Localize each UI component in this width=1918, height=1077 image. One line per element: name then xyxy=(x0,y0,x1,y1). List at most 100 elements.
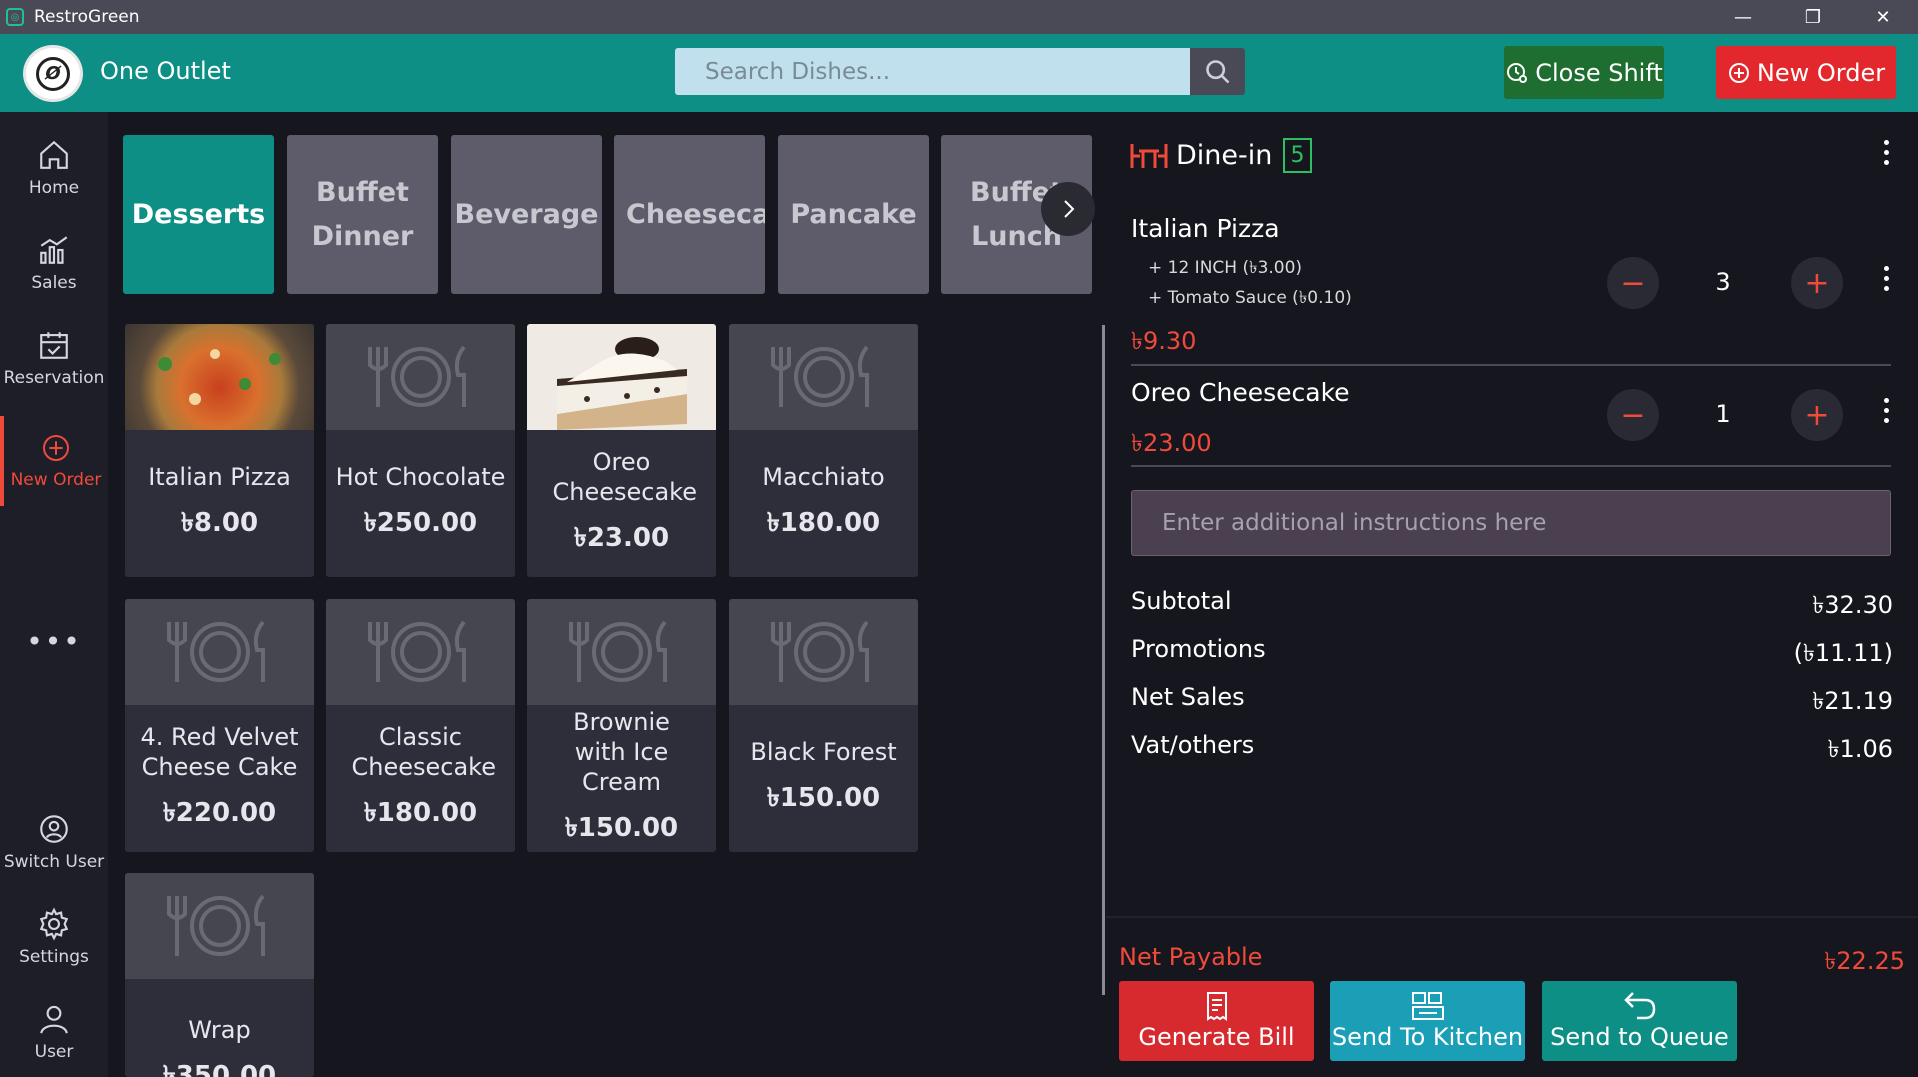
send-to-queue-label: Send to Queue xyxy=(1550,1023,1729,1051)
vat-label: Vat/others xyxy=(1131,731,1255,759)
close-shift-label: Close Shift xyxy=(1535,58,1663,87)
plate-cutlery-icon xyxy=(166,620,265,682)
dish-image xyxy=(125,873,314,979)
order-item-name: Oreo Cheesecake xyxy=(1131,378,1350,407)
dish-image xyxy=(125,324,314,430)
home-icon xyxy=(40,140,68,169)
plate-cutlery-icon xyxy=(568,620,667,682)
undo-arrow-icon xyxy=(1623,992,1655,1020)
dish-price: ৳150.00 xyxy=(564,813,679,843)
subtotal-label: Subtotal xyxy=(1131,587,1232,615)
plate-cutlery-icon xyxy=(770,345,869,407)
order-type[interactable]: Dine-in xyxy=(1130,140,1272,171)
sidebar-item-label: Sales xyxy=(31,273,77,293)
divider xyxy=(1131,465,1891,467)
dish-card-black-forest[interactable]: Black Forest ৳150.00 xyxy=(729,599,918,852)
app-logo-icon: ◎ xyxy=(6,8,24,26)
switch-user-icon xyxy=(40,815,68,843)
minimize-icon[interactable]: — xyxy=(1708,0,1778,34)
sidebar-item-settings[interactable]: Settings xyxy=(0,907,108,967)
item-quantity: 1 xyxy=(1715,400,1731,428)
dish-price: ৳8.00 xyxy=(180,508,259,538)
search-button[interactable] xyxy=(1190,48,1245,95)
calendar-icon xyxy=(40,332,68,359)
vat-value: ৳1.06 xyxy=(1827,735,1893,763)
increase-quantity-button[interactable]: + xyxy=(1791,257,1843,309)
sidebar-item-label: Settings xyxy=(19,947,89,967)
instructions-input[interactable] xyxy=(1131,490,1891,556)
sidebar-item-switch-user[interactable]: Switch User xyxy=(0,812,108,872)
pizza-photo xyxy=(158,349,281,405)
plate-cutlery-icon xyxy=(166,894,265,956)
dish-image xyxy=(729,324,918,430)
category-next-button[interactable] xyxy=(1041,182,1095,236)
send-to-kitchen-label: Send To Kitchen xyxy=(1331,1023,1524,1051)
item-menu-icon[interactable] xyxy=(1876,398,1896,423)
dish-card-red-velvet-cheese-cake[interactable]: 4. Red Velvet Cheese Cake ৳220.00 xyxy=(125,599,314,852)
category-tab-cheesecake[interactable]: Cheesecak xyxy=(614,135,765,294)
generate-bill-label: Generate Bill xyxy=(1138,1023,1295,1051)
chevron-right-icon xyxy=(1064,200,1075,218)
dish-image xyxy=(326,599,515,705)
dish-card-classic-cheesecake[interactable]: Classic Cheesecake ৳180.00 xyxy=(326,599,515,852)
dish-image xyxy=(326,324,515,430)
send-to-kitchen-button[interactable]: Send To Kitchen xyxy=(1330,981,1525,1061)
dish-price: ৳250.00 xyxy=(363,508,478,538)
item-menu-icon[interactable] xyxy=(1876,266,1896,291)
dish-name: Oreo Cheesecake xyxy=(552,448,697,506)
restore-icon[interactable]: ❐ xyxy=(1778,0,1848,34)
dish-card-macchiato[interactable]: Macchiato ৳180.00 xyxy=(729,324,918,577)
dish-image xyxy=(729,599,918,705)
dish-name: Hot Chocolate xyxy=(335,463,506,491)
title-bar: ◎ RestroGreen — ❐ ✕ xyxy=(0,0,1918,34)
promotions-value: (৳11.11) xyxy=(1793,639,1893,667)
dish-card-italian-pizza[interactable]: Italian Pizza ৳8.00 xyxy=(125,324,314,577)
category-tab-pancake[interactable]: Pancake xyxy=(778,135,929,294)
receipt-icon xyxy=(1206,992,1227,1021)
category-tab-buffet-dinner[interactable]: Buffet Dinner xyxy=(287,135,438,294)
generate-bill-button[interactable]: Generate Bill xyxy=(1119,981,1314,1061)
order-menu-icon[interactable] xyxy=(1876,140,1896,165)
search-icon xyxy=(1205,59,1229,83)
sidebar-item-reservation[interactable]: Reservation xyxy=(0,328,108,388)
restaurant-logo: Ø xyxy=(23,45,83,102)
more-options-icon[interactable]: ••• xyxy=(0,625,108,658)
net-sales-value: ৳21.19 xyxy=(1812,687,1893,715)
dish-price: ৳23.00 xyxy=(573,523,670,553)
sidebar-item-label: Reservation xyxy=(3,368,105,388)
net-payable-value: ৳22.25 xyxy=(1824,947,1905,975)
dish-price: ৳180.00 xyxy=(363,798,478,828)
close-shift-button[interactable]: Close Shift xyxy=(1504,46,1664,99)
send-to-queue-button[interactable]: Send to Queue xyxy=(1542,981,1737,1061)
category-tab-beverage[interactable]: Beverage xyxy=(451,135,602,294)
dish-name: Macchiato xyxy=(762,463,885,491)
sidebar-item-new-order[interactable]: New Order xyxy=(0,416,108,506)
sidebar-item-sales[interactable]: Sales xyxy=(0,233,108,293)
dish-card-oreo-cheesecake[interactable]: Oreo Cheesecake ৳23.00 xyxy=(527,324,716,577)
dish-image xyxy=(527,324,716,430)
sidebar-item-label: New Order xyxy=(10,470,102,490)
cheesecake-photo xyxy=(557,337,687,430)
dish-card-brownie-ice-cream[interactable]: Brownie with Ice Cream ৳150.00 xyxy=(527,599,716,852)
scrollbar[interactable] xyxy=(1102,325,1105,995)
new-order-header-button[interactable]: New Order xyxy=(1716,46,1896,99)
outlet-name: One Outlet xyxy=(100,57,231,85)
sidebar-item-user[interactable]: User xyxy=(0,1002,108,1062)
divider xyxy=(1106,916,1918,918)
order-item-name: Italian Pizza xyxy=(1131,214,1280,243)
increase-quantity-button[interactable]: + xyxy=(1791,389,1843,441)
kitchen-icon xyxy=(1411,992,1444,1020)
decrease-quantity-button[interactable]: − xyxy=(1607,257,1659,309)
category-tab-desserts[interactable]: Desserts xyxy=(123,135,274,294)
close-icon[interactable]: ✕ xyxy=(1848,0,1918,34)
dish-price: ৳150.00 xyxy=(766,783,881,813)
dish-name: Wrap xyxy=(188,1016,251,1044)
app-header: Ø One Outlet Close Shift New Order xyxy=(0,34,1918,112)
dish-name: Italian Pizza xyxy=(148,463,291,491)
dish-card-hot-chocolate[interactable]: Hot Chocolate ৳250.00 xyxy=(326,324,515,577)
dish-name: Brownie with Ice Cream xyxy=(573,708,670,796)
dish-card-wrap[interactable]: Wrap ৳350.00 xyxy=(125,873,314,1077)
search-input[interactable] xyxy=(675,48,1190,95)
decrease-quantity-button[interactable]: − xyxy=(1607,389,1659,441)
sidebar-item-home[interactable]: Home xyxy=(0,138,108,198)
